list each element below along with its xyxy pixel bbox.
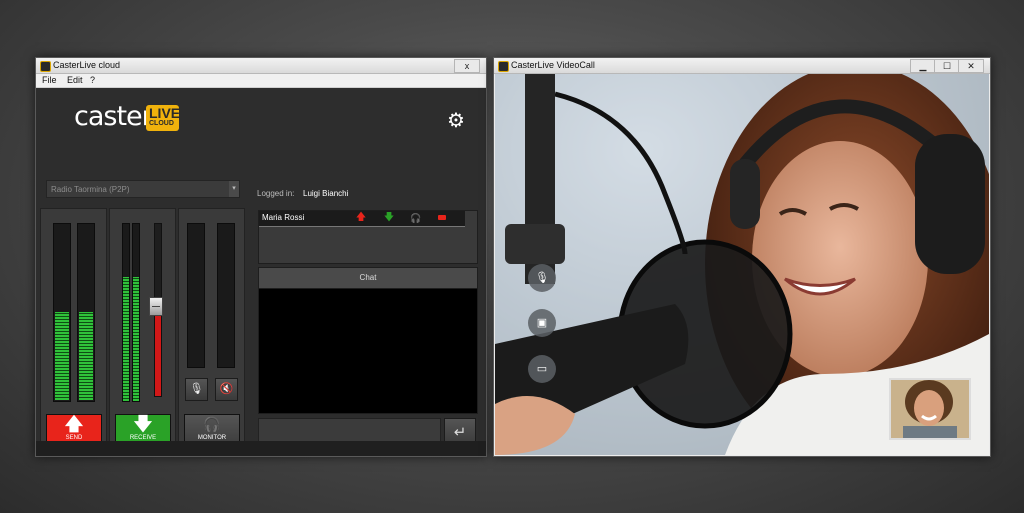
logo-word: caster [74, 101, 153, 132]
arrow-up-icon: 🡅 [64, 414, 84, 434]
logged-in-user: Luigi Bianchi [303, 189, 349, 198]
list-item[interactable]: Maria Rossi 🡅 🡇 🎧 [259, 211, 465, 227]
send-meter-right [77, 223, 95, 402]
menu-bar: File Edit ? [36, 74, 486, 88]
pip-shirt [903, 426, 957, 438]
receive-gain-knob[interactable] [149, 297, 163, 316]
station-select-value: Radio Taormina (P2P) [51, 185, 130, 194]
arrow-up-icon[interactable]: 🡅 [355, 212, 367, 224]
app-icon [40, 61, 51, 72]
headphone-cup-left [730, 159, 760, 229]
receive-gain-slider[interactable] [149, 223, 163, 397]
minimize-icon[interactable]: ▁ [910, 59, 936, 73]
logo-badge-bottom: CLOUD [149, 120, 174, 127]
maximize-icon[interactable]: ☐ [934, 59, 960, 73]
menu-edit[interactable]: Edit [67, 75, 83, 85]
send-panel: 🡅 SEND [40, 208, 107, 454]
pip-button[interactable]: ▭ [528, 355, 556, 383]
speaker-mute-button[interactable]: 🔇 [215, 378, 238, 401]
receive-panel: 🡇 RECEIVE [109, 208, 176, 454]
logo-badge: LIVE CLOUD [146, 105, 181, 131]
receive-meter-right [132, 223, 140, 402]
mic-arm-joint [505, 224, 565, 264]
send-meter-left [53, 223, 71, 402]
window-title: CasterLive cloud [53, 60, 121, 70]
title-bar: CasterLive cloud x [36, 58, 486, 74]
app-body: caster LIVE CLOUD ⚙ Radio Taormina (P2P)… [36, 88, 486, 456]
chevron-down-icon: ▾ [229, 181, 239, 197]
menu-help[interactable]: ? [90, 75, 95, 85]
headphones-icon: 🎧 [203, 416, 221, 432]
local-video-preview[interactable] [889, 378, 971, 440]
gear-icon[interactable]: ⚙ [446, 111, 466, 131]
receive-meter-left [122, 223, 130, 402]
microphone-button[interactable]: 🎙 [528, 264, 556, 292]
pip-face [914, 390, 944, 426]
monitor-meter-right [217, 223, 235, 368]
receive-meter-left-fill [123, 277, 129, 401]
microphone-off-icon: 🎙 [189, 383, 204, 395]
receive-meter-right-fill [133, 277, 139, 401]
camera-button[interactable]: ▣ [528, 309, 556, 337]
receive-gain-level [155, 306, 161, 396]
speaker-mute-icon: 🔇 [219, 383, 234, 395]
camera-icon: ▣ [536, 317, 548, 329]
monitor-panel: 🎙 🔇 🎧 MONITOR [178, 208, 245, 454]
mic-mute-button[interactable]: 🎙 [185, 378, 208, 401]
enter-icon: ↵ [453, 424, 467, 441]
close-button[interactable]: x [454, 59, 480, 73]
casterlive-cloud-window: CasterLive cloud x File Edit ? caster LI… [35, 57, 487, 457]
chat-messages [258, 288, 478, 414]
app-icon [498, 61, 509, 72]
logo-badge-top: LIVE [149, 105, 181, 121]
window-title: CasterLive VideoCall [511, 60, 595, 70]
user-name: Maria Rossi [262, 213, 305, 222]
status-bar [36, 441, 486, 456]
remote-video: 🎙 ▣ ▭ [495, 74, 989, 455]
picture-in-picture-icon: ▭ [536, 363, 548, 375]
arrow-down-icon[interactable]: 🡇 [383, 212, 395, 224]
chat-header: Chat [258, 267, 478, 289]
title-bar: CasterLive VideoCall ▁ ☐ ✕ [494, 58, 990, 74]
camera-icon[interactable] [436, 212, 448, 224]
monitor-meter-left [187, 223, 205, 368]
headphones-icon[interactable]: 🎧 [410, 212, 422, 224]
close-icon[interactable]: ✕ [958, 59, 984, 73]
send-meter-right-fill [79, 311, 93, 400]
menu-file[interactable]: File [42, 75, 57, 85]
arrow-down-icon: 🡇 [133, 414, 153, 434]
logged-in-label: Logged in: [257, 189, 295, 198]
headphone-cup [915, 134, 985, 274]
users-list: Maria Rossi 🡅 🡇 🎧 [258, 210, 478, 264]
local-video-scene [891, 380, 969, 438]
send-meter-left-fill [55, 311, 69, 400]
videocall-window: CasterLive VideoCall ▁ ☐ ✕ 🎙 ▣ ▭ [493, 57, 991, 457]
microphone-icon: 🎙 [535, 272, 549, 284]
station-select[interactable]: Radio Taormina (P2P) ▾ [46, 180, 240, 198]
